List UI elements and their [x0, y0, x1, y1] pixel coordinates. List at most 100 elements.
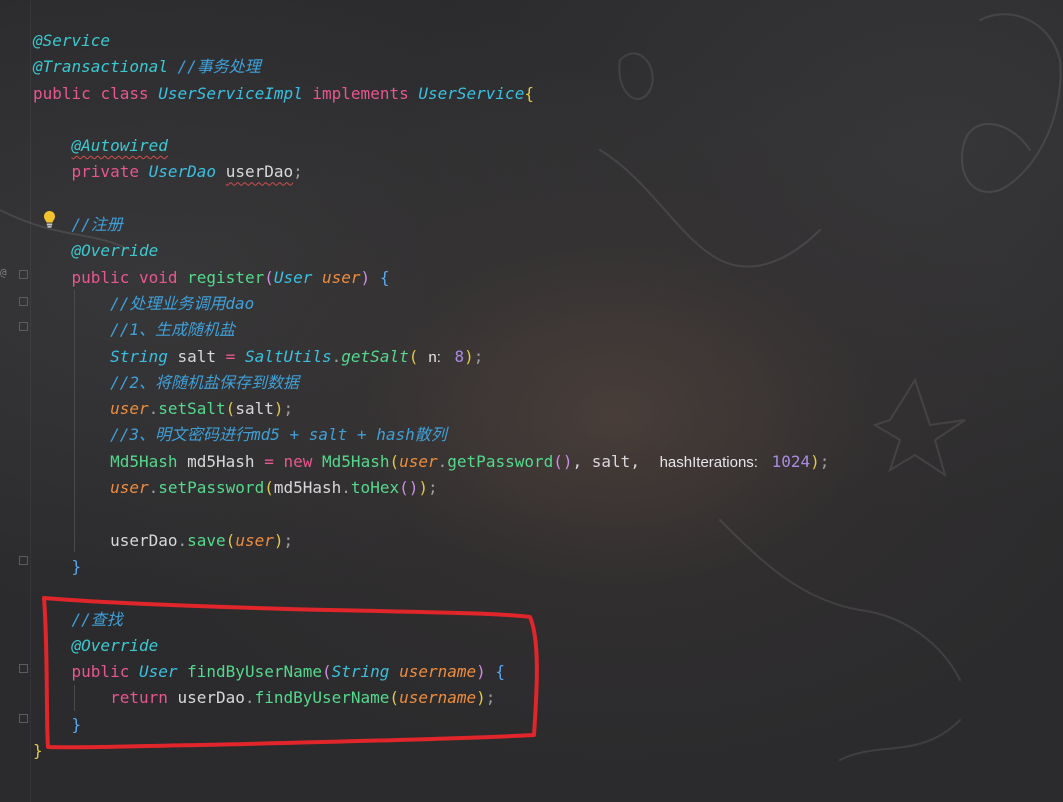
code-line[interactable]: //查找	[33, 607, 1063, 633]
code-token: .	[148, 399, 159, 419]
code-token: ()	[399, 478, 419, 498]
code-line[interactable]: }	[33, 554, 1063, 580]
fold-icon[interactable]	[19, 322, 28, 331]
code-token: class	[100, 83, 149, 103]
code-token: String	[110, 346, 168, 366]
code-line[interactable]: //3、明文密码进行md5 + salt + hash散列	[33, 422, 1063, 448]
code-token: SaltUtils	[244, 346, 332, 366]
fold-icon[interactable]	[19, 714, 28, 723]
code-token: Md5Hash	[322, 451, 390, 471]
code-token: (	[408, 346, 419, 366]
code-token: implements	[312, 83, 409, 103]
code-token: {	[379, 267, 390, 287]
code-token: @Override	[71, 635, 159, 655]
code-token: UserServiceImpl	[158, 83, 303, 103]
code-token: {	[524, 83, 534, 103]
code-line[interactable]: @Override	[33, 238, 1063, 264]
code-line[interactable]: user.setSalt(salt);	[33, 396, 1063, 422]
code-line[interactable]: }	[33, 712, 1063, 738]
code-line[interactable]: //处理业务调用dao	[33, 291, 1063, 317]
code-line[interactable]: @Autowired	[33, 133, 1063, 159]
code-line[interactable]: String salt = SaltUtils.getSalt(n: 8);	[33, 344, 1063, 370]
code-token: //查找	[71, 609, 123, 629]
code-token: findByUserName	[254, 688, 390, 708]
parameter-hint: n:	[428, 348, 441, 366]
code-token: register	[187, 267, 265, 287]
code-token: public	[71, 267, 130, 287]
code-line[interactable]: return userDao.findByUserName(username);	[33, 685, 1063, 711]
code-token: md5Hash	[273, 478, 342, 498]
code-token: .	[177, 530, 188, 550]
code-line[interactable]	[33, 501, 1063, 527]
code-token: (	[225, 530, 236, 550]
fold-icon[interactable]	[19, 270, 28, 279]
code-line[interactable]: }	[33, 738, 1063, 764]
code-token: Md5Hash	[110, 451, 178, 471]
code-token: .	[244, 688, 255, 708]
code-line[interactable]: Md5Hash md5Hash = new Md5Hash(user.getPa…	[33, 449, 1063, 475]
code-token: (	[322, 662, 332, 682]
code-token: userDao	[225, 162, 294, 182]
code-token: user	[322, 267, 361, 287]
code-token: .	[148, 478, 159, 498]
fold-icon[interactable]	[19, 664, 28, 673]
code-token: //事务处理	[167, 57, 261, 77]
code-line[interactable]	[33, 186, 1063, 212]
code-token: .	[341, 478, 351, 498]
code-line[interactable]: //1、生成随机盐	[33, 317, 1063, 343]
code-token: toHex	[350, 478, 400, 498]
code-token: String	[331, 662, 390, 682]
code-line[interactable]: public User findByUserName(String userna…	[33, 659, 1063, 685]
code-line[interactable]	[33, 107, 1063, 133]
code-line[interactable]: @Transactional //事务处理	[33, 54, 1063, 80]
fold-icon[interactable]	[19, 297, 28, 306]
code-token: {	[495, 662, 506, 682]
code-token: (	[264, 478, 274, 498]
code-token: )	[476, 688, 486, 708]
code-line[interactable]: public void register(User user) {	[33, 265, 1063, 291]
code-token: //3、明文密码进行md5 + salt + hash散列	[110, 425, 447, 445]
override-marker-icon[interactable]: @	[0, 266, 7, 279]
code-token: (	[264, 267, 274, 287]
code-token: 8	[454, 346, 465, 366]
code-line[interactable]: @Service	[33, 28, 1063, 54]
code-token: User	[273, 267, 313, 287]
code-line[interactable]: @Override	[33, 633, 1063, 659]
code-token: )	[360, 267, 371, 287]
fold-icon[interactable]	[19, 556, 28, 565]
code-line[interactable]: //2、将随机盐保存到数据	[33, 370, 1063, 396]
code-line[interactable]	[33, 580, 1063, 606]
code-token: }	[71, 714, 82, 734]
code-line[interactable]: user.setPassword(md5Hash.toHex());	[33, 475, 1063, 501]
code-line[interactable]: private UserDao userDao;	[33, 159, 1063, 185]
code-token: setPassword	[158, 478, 265, 498]
code-line[interactable]: public class UserServiceImpl implements …	[33, 81, 1063, 107]
code-token: //注册	[71, 215, 123, 235]
code-token: =	[264, 451, 274, 471]
code-line[interactable]: //注册	[33, 212, 1063, 238]
code-editor[interactable]: @Service @Transactional //事务处理 public clas…	[33, 28, 1063, 764]
code-token: findByUserName	[187, 662, 322, 682]
code-token: //1、生成随机盐	[110, 320, 235, 340]
code-token: getPassword	[447, 451, 554, 471]
code-line[interactable]: userDao.save(user);	[33, 528, 1063, 554]
code-token: user	[399, 451, 438, 471]
code-token: 1024	[771, 451, 811, 471]
